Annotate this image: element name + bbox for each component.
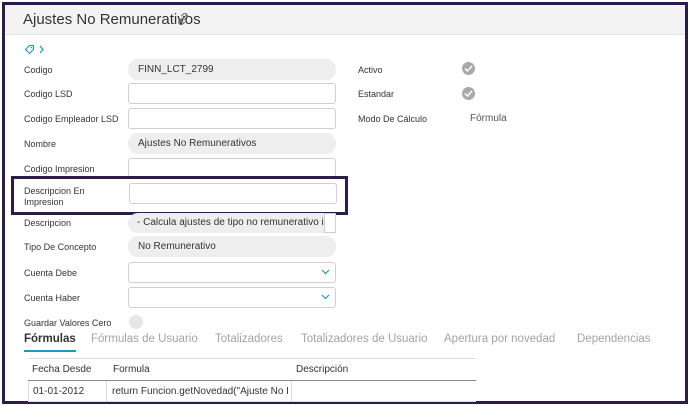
- cell-formula: return Funcion.getNovedad("Ajuste No R..…: [112, 386, 288, 397]
- estandar-label: Estandar: [358, 89, 395, 99]
- codigo-lsd-label: Codigo LSD: [24, 89, 73, 99]
- tab-totalizadores[interactable]: Totalizadores: [215, 333, 283, 345]
- chevron-right-icon[interactable]: [38, 45, 45, 54]
- check-icon: [464, 65, 473, 72]
- modo-de-calculo-value: Fórmula: [470, 113, 507, 124]
- column-header-formula[interactable]: Formula: [113, 364, 150, 375]
- descripcion-en-impresion-input[interactable]: [129, 183, 337, 204]
- codigo-empleador-lsd-label: Codigo Empleador LSD: [24, 114, 119, 124]
- tab-totalizadores-de-usuario[interactable]: Totalizadores de Usuario: [301, 333, 428, 345]
- cuenta-debe-select[interactable]: [128, 262, 336, 283]
- activo-label: Activo: [358, 65, 383, 75]
- tab-formulas[interactable]: Fórmulas: [24, 333, 76, 345]
- cell-divider: [28, 381, 29, 401]
- cuenta-haber-select[interactable]: [128, 287, 336, 308]
- page-header: Ajustes No Remunerativos: [5, 5, 685, 35]
- descripcion-dropdown-button[interactable]: [324, 213, 336, 233]
- codigo-lsd-input[interactable]: [128, 83, 336, 104]
- column-header-descripcion[interactable]: Descripción: [296, 364, 348, 375]
- guardar-valores-cero-label: Guardar Valores Cero: [24, 318, 112, 328]
- nombre-field: Ajustes No Remunerativos: [128, 133, 336, 154]
- tab-formulas-de-usuario[interactable]: Fórmulas de Usuario: [91, 333, 198, 345]
- codigo-empleador-lsd-input[interactable]: [128, 108, 336, 129]
- cell-divider: [291, 381, 292, 401]
- codigo-label: Codigo: [24, 65, 53, 75]
- tipo-de-concepto-field: No Remunerativo: [128, 236, 336, 257]
- table-header-row: Fecha Desde Formula Descripción: [28, 359, 476, 380]
- cell-fecha-desde: 01-01-2012: [33, 386, 85, 397]
- descripcion-label: Descripcion: [24, 218, 72, 228]
- tab-dependencias[interactable]: Dependencias: [577, 333, 651, 345]
- table-row[interactable]: 01-01-2012 return Funcion.getNovedad("Aj…: [28, 380, 476, 402]
- check-icon: [464, 90, 473, 97]
- nombre-label: Nombre: [24, 139, 57, 149]
- codigo-field: FINN_LCT_2799: [128, 59, 336, 80]
- chevron-down-icon[interactable]: [321, 269, 330, 275]
- modo-de-calculo-label: Modo De Cálculo: [358, 114, 428, 124]
- cell-divider: [106, 381, 107, 401]
- descripcion-en-impresion-label-line2: Impresion: [24, 197, 64, 207]
- cuenta-haber-label: Cuenta Haber: [24, 293, 81, 303]
- descripcion-en-impresion-label-line1: Descripcion En: [24, 186, 85, 196]
- codigo-impresion-label: Codigo Impresion: [24, 164, 95, 174]
- page-title: Ajustes No Remunerativos: [23, 11, 201, 28]
- activo-check[interactable]: [462, 62, 475, 75]
- cuenta-debe-label: Cuenta Debe: [24, 268, 78, 278]
- formulas-table: Fecha Desde Formula Descripción 01-01-20…: [28, 358, 476, 402]
- descripcion-field: - Calcula ajustes de tipo no remunerativ…: [128, 213, 336, 233]
- chevron-down-icon[interactable]: [321, 294, 330, 300]
- estandar-check[interactable]: [462, 87, 475, 100]
- tag-icon[interactable]: [24, 44, 35, 55]
- tab-apertura-por-novedad[interactable]: Apertura por novedad: [444, 333, 555, 345]
- tipo-de-concepto-label: Tipo De Concepto: [24, 242, 97, 252]
- guardar-valores-cero-toggle[interactable]: [129, 315, 143, 329]
- active-tab-indicator: [24, 350, 76, 352]
- link-icon[interactable]: [176, 12, 190, 26]
- tags-row[interactable]: [24, 42, 45, 56]
- column-header-fecha-desde[interactable]: Fecha Desde: [32, 364, 91, 375]
